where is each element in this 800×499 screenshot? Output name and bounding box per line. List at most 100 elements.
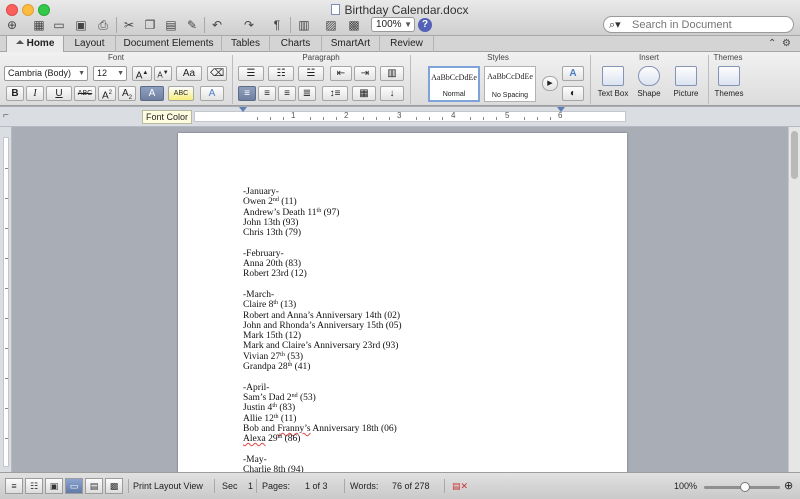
manage-styles-button[interactable]: ◐ (562, 86, 584, 101)
document-canvas[interactable]: -January- Owen 2nd (11) Andrew’s Death 11t… (12, 127, 788, 472)
document-line[interactable]: Andrew’s Death 11th (97) (243, 208, 402, 218)
font-size-select[interactable]: 12 ▼ (93, 66, 127, 81)
empty-line[interactable] (243, 238, 402, 248)
spelling-error[interactable]: Franny’s (277, 424, 310, 434)
document-line[interactable]: -February- (243, 249, 402, 259)
vertical-ruler[interactable] (0, 127, 12, 472)
document-line[interactable]: Mark 15th (12) (243, 331, 402, 341)
tab-review[interactable]: Review (380, 36, 434, 52)
picture-button[interactable]: Picture (670, 66, 702, 98)
gallery-icon[interactable]: ▨ (322, 16, 340, 34)
print-layout-view-button[interactable]: ▭ (65, 478, 83, 494)
draft-view-button[interactable]: ≡ (5, 478, 23, 494)
styles-pane-button[interactable]: A (562, 66, 584, 81)
new-document-icon[interactable]: ⊕ (3, 16, 21, 34)
search-field[interactable]: ⌕▾ (603, 16, 794, 33)
decrease-indent-button[interactable]: ⇤ (330, 66, 352, 81)
document-line[interactable]: Alexa 29th (86) (243, 434, 402, 444)
format-painter-icon[interactable]: ✎ (183, 16, 201, 34)
cut-icon[interactable]: ✂ (120, 16, 138, 34)
text-box-button[interactable]: Text Box (596, 66, 630, 98)
tab-document-elements[interactable]: Document Elements (116, 36, 222, 52)
superscript-button[interactable]: A2 (98, 86, 116, 101)
font-color-button[interactable]: A (140, 86, 164, 101)
zoom-slider[interactable] (704, 482, 780, 492)
copy-icon[interactable]: ❐ (141, 16, 159, 34)
vertical-scrollbar[interactable] (788, 127, 800, 472)
tab-smartart[interactable]: SmartArt (322, 36, 380, 52)
italic-button[interactable]: I (26, 86, 44, 101)
document-line[interactable]: John 13th (93) (243, 218, 402, 228)
change-case-button[interactable]: Aa (176, 66, 202, 81)
publishing-view-button[interactable]: ▣ (45, 478, 63, 494)
redo-icon[interactable]: ↷ (240, 16, 258, 34)
paste-icon[interactable]: ▤ (162, 16, 180, 34)
borders-button[interactable]: ▦ (352, 86, 376, 101)
save-icon[interactable]: ▣ (72, 16, 90, 34)
columns-button[interactable]: ▥ (380, 66, 404, 81)
document-line[interactable]: Bob and Franny’s Anniversary 18th (06) (243, 424, 402, 434)
font-name-select[interactable]: Cambria (Body) ▼ (4, 66, 88, 81)
tab-home[interactable]: Home (6, 36, 64, 53)
document-line[interactable]: Chris 13th (79) (243, 228, 402, 238)
document-line[interactable]: Owen 2nd (11) (243, 197, 402, 207)
empty-line[interactable] (243, 372, 402, 382)
tab-tables[interactable]: Tables (222, 36, 270, 52)
document-body[interactable]: -January- Owen 2nd (11) Andrew’s Death 11t… (243, 187, 402, 472)
templates-icon[interactable]: ▦ (30, 16, 48, 34)
multilevel-list-button[interactable]: ☱ (298, 66, 324, 81)
document-line[interactable]: Sam’s Dad 2nd (53) (243, 393, 402, 403)
document-line[interactable]: Anna 20th (83) (243, 259, 402, 269)
scrollbar-thumb[interactable] (791, 131, 798, 179)
show-formatting-icon[interactable]: ¶ (268, 16, 286, 34)
align-left-button[interactable]: ≡ (238, 86, 256, 101)
shape-button[interactable]: Shape (634, 66, 664, 98)
shrink-font-button[interactable]: A▼ (154, 66, 172, 81)
help-button[interactable]: ? (418, 18, 432, 32)
spelling-check-icon[interactable]: ▤✕ (452, 481, 468, 492)
tab-stop-selector-icon[interactable]: ⌐ (3, 110, 9, 121)
document-line[interactable]: Grandpa 28th (41) (243, 362, 402, 372)
tab-layout[interactable]: Layout (64, 36, 116, 52)
document-line[interactable]: Justin 4th (83) (243, 403, 402, 413)
document-line[interactable]: Robert 23rd (12) (243, 269, 402, 279)
styles-next-button[interactable]: ▶ (542, 76, 558, 91)
zoom-select[interactable]: 100% ▼ (371, 17, 415, 32)
empty-line[interactable] (243, 444, 402, 454)
increase-indent-button[interactable]: ⇥ (354, 66, 376, 81)
numbering-button[interactable]: ☷ (268, 66, 294, 81)
align-right-button[interactable]: ≡ (278, 86, 296, 101)
tab-charts[interactable]: Charts (270, 36, 322, 52)
search-input[interactable] (632, 18, 788, 31)
zoom-in-icon[interactable]: ⊕ (784, 479, 793, 492)
ribbon-settings-icon[interactable]: ⚙ (782, 38, 791, 49)
spelling-error[interactable]: Alexa (243, 434, 266, 444)
line-spacing-button[interactable]: ↕≡ (322, 86, 348, 101)
underline-button[interactable]: U (46, 86, 72, 101)
bold-button[interactable]: B (6, 86, 24, 101)
themes-button[interactable]: Themes (712, 66, 746, 98)
zoom-slider-handle[interactable] (740, 482, 750, 492)
text-effects-button[interactable]: A (200, 86, 224, 101)
first-line-indent-marker[interactable] (239, 107, 247, 112)
sidebar-toggle-icon[interactable]: ▥ (295, 16, 313, 34)
document-line[interactable]: Mark and Claire’s Anniversary 23rd (93) (243, 341, 402, 351)
grow-font-button[interactable]: A▲ (132, 66, 152, 81)
empty-line[interactable] (243, 280, 402, 290)
document-line[interactable]: Claire 8th (13) (243, 300, 402, 310)
align-center-button[interactable]: ≡ (258, 86, 276, 101)
horizontal-ruler[interactable]: 1 2 3 4 5 6 (194, 107, 626, 122)
media-browser-icon[interactable]: ▩ (345, 16, 363, 34)
style-normal[interactable]: AaBbCcDdEe Normal (428, 66, 480, 102)
open-folder-icon[interactable]: ▭ (50, 16, 68, 34)
document-line[interactable]: Vivian 27th (53) (243, 352, 402, 362)
document-line[interactable]: -April- (243, 383, 402, 393)
document-line[interactable]: John and Rhonda’s Anniversary 15th (05) (243, 321, 402, 331)
focus-view-button[interactable]: ▩ (105, 478, 123, 494)
document-line[interactable]: -May- (243, 455, 402, 465)
subscript-button[interactable]: A2 (118, 86, 136, 101)
highlight-button[interactable]: ABC (168, 86, 194, 101)
document-line[interactable]: Robert and Anna’s Anniversary 14th (02) (243, 311, 402, 321)
outline-view-button[interactable]: ☷ (25, 478, 43, 494)
bullets-button[interactable]: ☰ (238, 66, 264, 81)
